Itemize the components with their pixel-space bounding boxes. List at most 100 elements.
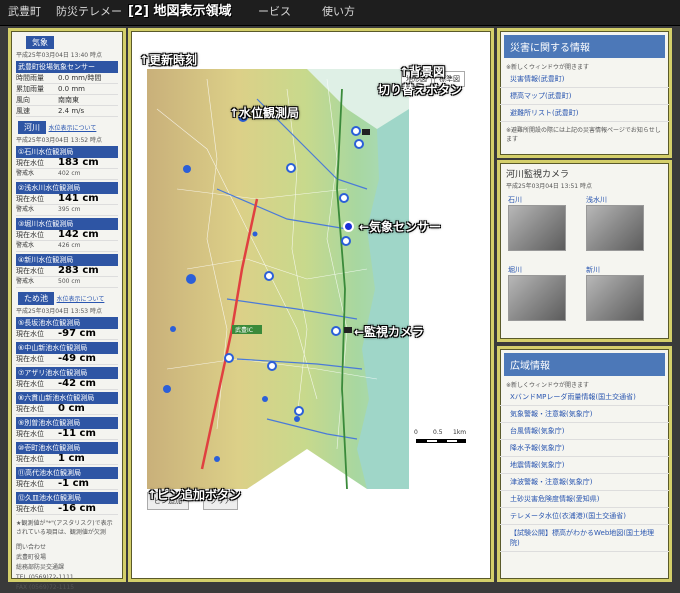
- footnote: ★観測値が"*"(アスタリスク)で表示されている項目は、観測値が欠測: [16, 520, 113, 536]
- contact-block: 問い合わせ 武豊町役場 総務部防災交通課 TEL (0569)72-1111 F…: [16, 543, 118, 593]
- water-station-icon[interactable]: [351, 126, 361, 136]
- alert-label: 警戒水: [16, 206, 35, 213]
- weather-row-key: 時間雨量: [16, 74, 44, 82]
- pond-level-value: -97 cm: [58, 328, 96, 339]
- annotation-camera: ←監視カメラ: [354, 325, 425, 339]
- now-label: 現在水位: [16, 505, 44, 513]
- water-station-icon[interactable]: [264, 271, 274, 281]
- water-station-icon[interactable]: [341, 236, 351, 246]
- river-level-row: 現在水位 142 cm: [16, 230, 118, 241]
- weather-row-value: 0.0 mm/時間: [58, 74, 102, 82]
- disaster-link[interactable]: 災害情報(武豊町): [500, 71, 669, 88]
- weather-row-key: 累加雨量: [16, 85, 44, 93]
- nav-service[interactable]: 防災テレメー: [56, 0, 122, 26]
- water-station-icon[interactable]: [339, 193, 349, 203]
- pond-level-value: -1 cm: [58, 478, 89, 489]
- camera-icon[interactable]: [362, 129, 370, 135]
- now-label: 現在水位: [16, 430, 44, 438]
- now-label: 現在水位: [16, 355, 44, 363]
- weather-row-value: 0.0 mm: [58, 85, 85, 93]
- pond-list: ⑤長坂池水位観測局 現在水位 -97 cm ⑥中山新池水位観測局 現在水位 -49 cm ⑦…: [16, 317, 118, 515]
- river-alert-value: 402 cm: [58, 170, 81, 177]
- camera-thumbnail[interactable]: [508, 275, 566, 321]
- weather-sensor-icon[interactable]: [343, 221, 354, 232]
- river-level-value: 142 cm: [58, 229, 99, 240]
- nav-service-tail[interactable]: ービス: [258, 0, 291, 26]
- wide-area-links: XバンドMPレーダ雨量情報(国土交通省) 気象警報・注意報(気象庁) 台風情報(気象…: [500, 389, 669, 552]
- camera-label[interactable]: 浅水川: [586, 195, 607, 205]
- river-level-value: 141 cm: [58, 193, 99, 204]
- annotation-update-time: ↑更新時刻: [139, 53, 198, 67]
- now-label: 現在水位: [16, 405, 44, 413]
- camera-grid: 石川 浅水川堀川 新川: [500, 191, 669, 331]
- wide-area-link[interactable]: 津波警報・注意報(気象庁): [500, 474, 669, 491]
- water-station-icon[interactable]: [267, 361, 277, 371]
- weather-row-key: 風速: [16, 107, 30, 115]
- pond-level-row: 現在水位 -97 cm: [16, 329, 118, 340]
- scale-label-0: 0: [414, 429, 418, 436]
- disaster-note: ※新しくウィンドウが開きます: [506, 64, 590, 71]
- scale-bar: [416, 439, 466, 443]
- alert-label: 警戒水: [16, 278, 35, 285]
- alert-label: 警戒水: [16, 242, 35, 249]
- wide-area-link[interactable]: 地震情報(気象庁): [500, 457, 669, 474]
- wide-area-link[interactable]: 降水予報(気象庁): [500, 440, 669, 457]
- annotation-water-station: ↑水位観測局: [229, 106, 300, 120]
- pond-level-row: 現在水位 1 cm: [16, 454, 118, 465]
- river-alert-row: 警戒水 395 cm: [16, 205, 118, 216]
- water-station-icon[interactable]: [331, 326, 341, 336]
- camera-thumbnail[interactable]: [586, 275, 644, 321]
- now-label: 現在水位: [16, 455, 44, 463]
- weather-station-name[interactable]: 武豊町役場気象センサー: [16, 61, 118, 73]
- annotation-bg-switch-1: ↑背景図: [399, 65, 446, 79]
- river-time: 平成25年03月04日 13:52 時点: [16, 137, 103, 144]
- water-station-icon[interactable]: [224, 353, 234, 363]
- contact-fax: FAX (0569)72-1115: [16, 584, 75, 591]
- river-section-button[interactable]: 河川: [18, 121, 46, 134]
- camera-icon[interactable]: [344, 327, 352, 333]
- weather-row-value: 南南東: [58, 96, 79, 104]
- annotation-pin-add: ↑ピン追加ボタン: [147, 488, 242, 502]
- wide-area-link[interactable]: XバンドMPレーダ雨量情報(国土交通省): [500, 389, 669, 406]
- pond-level-value: 0 cm: [58, 403, 85, 414]
- camera-thumbnail[interactable]: [586, 205, 644, 251]
- disaster-link[interactable]: 避難所リスト(武豊町): [500, 105, 669, 122]
- wide-area-link[interactable]: 【試験公開】標高がわかるWeb地図(国土地理院): [500, 525, 669, 552]
- river-alert-value: 500 cm: [58, 278, 81, 285]
- annotation-bg-switch-2: 切り替えボタン: [378, 83, 463, 97]
- weather-section-button[interactable]: 気象: [26, 36, 54, 49]
- alert-label: 警戒水: [16, 170, 35, 177]
- now-label: 現在水位: [16, 330, 44, 338]
- camera-label[interactable]: 新川: [586, 265, 600, 275]
- weather-row: 風向 南南東: [16, 95, 118, 106]
- wide-area-link[interactable]: 台風情報(気象庁): [500, 423, 669, 440]
- disaster-link[interactable]: 標高マップ(武豊町): [500, 88, 669, 105]
- map-area: 武豊IC 地形図 標準図 ピン追加 クリア 0 0.5 1km ↑更新時刻 ↑背…: [128, 28, 494, 582]
- pond-level-value: 1 cm: [58, 453, 85, 464]
- nav-howto[interactable]: 使い方: [322, 0, 355, 26]
- river-level-row: 現在水位 141 cm: [16, 194, 118, 205]
- scale-label-05: 0.5: [433, 429, 443, 436]
- river-alert-value: 395 cm: [58, 206, 81, 213]
- pond-section-button[interactable]: ため池: [18, 292, 54, 305]
- water-station-icon[interactable]: [354, 139, 364, 149]
- left-panel: 気象 平成25年03月04日 13:40 時点 武豊町役場気象センサー 時間雨量…: [8, 28, 126, 591]
- nav-town[interactable]: 武豊町: [8, 0, 41, 26]
- wide-area-link[interactable]: 土砂災害危険度情報(愛知県): [500, 491, 669, 508]
- pond-info-link[interactable]: 水位表示について: [57, 296, 105, 303]
- camera-thumbnail[interactable]: [508, 205, 566, 251]
- wide-area-link[interactable]: 気象警報・注意報(気象庁): [500, 406, 669, 423]
- weather-row-key: 風向: [16, 96, 30, 104]
- wide-area-title: 広域情報: [504, 353, 665, 376]
- camera-label[interactable]: 堀川: [508, 265, 522, 275]
- river-info-link[interactable]: 水位表示について: [49, 125, 97, 132]
- camera-label[interactable]: 石川: [508, 195, 522, 205]
- river-alert-row: 警戒水 426 cm: [16, 241, 118, 252]
- river-level-value: 183 cm: [58, 157, 99, 168]
- river-list: ①石川水位観測局 現在水位 183 cm 警戒水 402 cm ②浅水川水位観測局 現在水位…: [16, 146, 118, 288]
- water-station-icon[interactable]: [294, 406, 304, 416]
- river-alert-row: 警戒水 500 cm: [16, 277, 118, 288]
- pond-level-row: 現在水位 -42 cm: [16, 379, 118, 390]
- water-station-icon[interactable]: [286, 163, 296, 173]
- wide-area-link[interactable]: テレメータ水位(衣浦港)(国土交通省): [500, 508, 669, 525]
